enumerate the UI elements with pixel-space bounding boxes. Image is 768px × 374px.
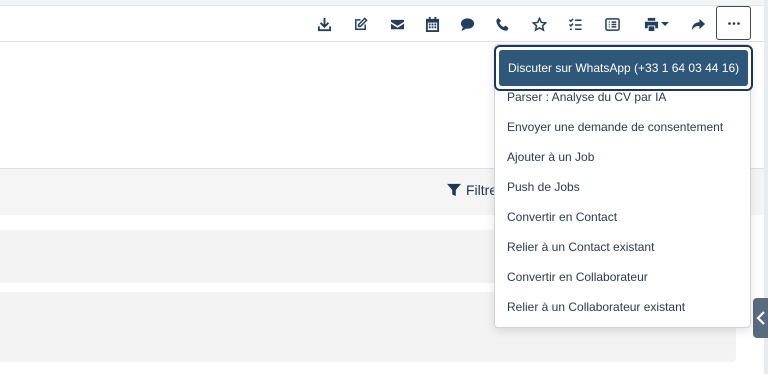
menu-item-add-to-job[interactable]: Ajouter à un Job [495, 142, 750, 172]
menu-item-label: Ajouter à un Job [507, 150, 595, 164]
chevron-left-icon [755, 311, 765, 325]
edit-icon [354, 16, 368, 30]
menu-item-consent-request[interactable]: Envoyer une demande de consentement [495, 112, 750, 142]
chat-icon [460, 17, 474, 31]
phone-icon [495, 17, 508, 31]
download-icon [317, 17, 331, 31]
phone-button[interactable] [489, 11, 515, 37]
list-button[interactable] [599, 11, 625, 37]
menu-item-convert-contact[interactable]: Convertir en Contact [495, 202, 750, 232]
envelope-icon [390, 19, 404, 29]
download-button[interactable] [311, 11, 337, 37]
filter-icon [447, 183, 461, 197]
side-panel-toggle[interactable] [753, 298, 768, 338]
menu-item-convert-collaborator[interactable]: Convertir en Collaborateur [495, 262, 750, 292]
caret-down-icon [660, 22, 669, 26]
filter-label: Filtre [466, 182, 498, 198]
calendar-button[interactable] [419, 11, 445, 37]
menu-item-link-collaborator[interactable]: Relier à un Collaborateur existant [495, 292, 750, 322]
menu-item-label: Push de Jobs [507, 180, 580, 194]
star-icon [531, 16, 547, 32]
menu-item-label: Relier à un Contact existant [507, 240, 655, 254]
edit-button[interactable] [347, 11, 373, 37]
menu-item-label: Envoyer une demande de consentement [507, 120, 724, 134]
record-toolbar [0, 6, 764, 42]
list-icon [604, 17, 620, 31]
menu-item-push-jobs[interactable]: Push de Jobs [495, 172, 750, 202]
filter-button[interactable]: Filtre [447, 182, 497, 198]
ellipsis-icon [727, 21, 740, 25]
checklist-icon [568, 17, 582, 30]
calendar-icon [425, 16, 439, 32]
more-actions-button[interactable] [716, 6, 751, 40]
more-actions-menu: Discuter sur WhatsApp (+33 1 64 03 44 16… [494, 44, 753, 328]
menu-item-label: Parser : Analyse du CV par IA [507, 90, 667, 104]
menu-item-label: Relier à un Collaborateur existant [507, 300, 686, 314]
checklist-button[interactable] [562, 11, 588, 37]
menu-item-label: Convertir en Collaborateur [507, 270, 648, 284]
print-icon [644, 17, 658, 31]
chat-button[interactable] [454, 11, 480, 37]
menu-item-parse-cv[interactable]: Parser : Analyse du CV par IA [495, 82, 750, 112]
favorite-button[interactable] [526, 11, 552, 37]
menu-item-label: Discuter sur WhatsApp (+33 1 64 03 44 16… [499, 50, 748, 86]
print-dropdown-button[interactable] [640, 11, 672, 37]
menu-item-link-contact[interactable]: Relier à un Contact existant [495, 232, 750, 262]
share-button[interactable] [685, 11, 711, 37]
email-button[interactable] [384, 11, 410, 37]
menu-item-label: Convertir en Contact [507, 210, 618, 224]
share-icon [691, 18, 705, 30]
